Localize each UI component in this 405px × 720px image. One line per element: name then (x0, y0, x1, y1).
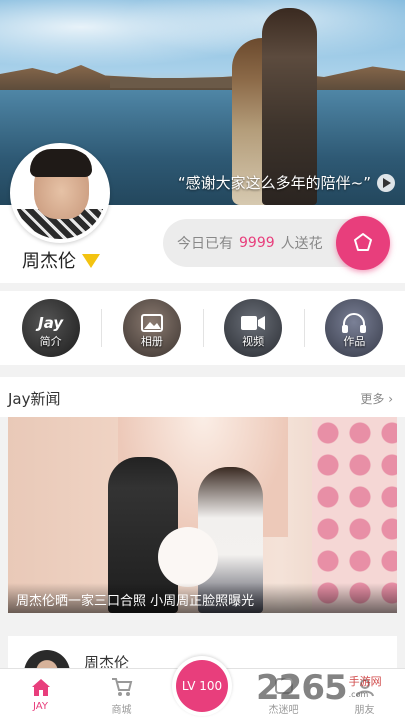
menu-label-album: 相册 (140, 335, 163, 348)
site-watermark: 2265 手游网 .com (256, 668, 382, 708)
jay-logo-icon: Jay 简介 (21, 299, 80, 357)
menu-label-works: 作品 (343, 335, 366, 348)
avatar[interactable] (10, 143, 110, 243)
menu-item-video[interactable]: 视频 (202, 291, 304, 365)
menu-label-video: 视频 (242, 335, 265, 348)
hero-quote[interactable]: “感谢大家这么多年的陪伴~” (178, 172, 395, 193)
star-name-text: 周杰伦 (22, 251, 76, 272)
level-button[interactable]: LV 100 (172, 656, 232, 716)
level-badge: LV 100 (176, 660, 228, 712)
tab-label-shop: 商城 (111, 705, 132, 716)
news-caption[interactable]: 周杰伦晒一家三口合照 小周周正脸照曝光 (8, 583, 397, 613)
tab-shop[interactable]: 商城 (81, 669, 162, 720)
menu-item-album[interactable]: 相册 (101, 291, 202, 365)
tab-label-jay: JAY (33, 701, 48, 712)
avatar-hair (30, 149, 92, 177)
more-link-text: 更多 (360, 392, 385, 406)
hero-quote-text: “感谢大家这么多年的陪伴~” (177, 174, 371, 192)
flower-count: 9999 (239, 235, 275, 251)
verified-v-icon (82, 252, 100, 268)
watermark-com: .com (348, 690, 369, 699)
photo-glyph (140, 314, 163, 332)
menu-item-works[interactable]: 作品 (303, 291, 405, 365)
video-glyph (241, 316, 266, 330)
send-flower-button[interactable] (336, 216, 390, 270)
flower-prefix: 今日已有 (177, 236, 233, 252)
watermark-number: 2265 (256, 668, 348, 708)
photo-baby (158, 527, 218, 587)
video-icon: 视频 (224, 299, 283, 357)
more-link[interactable]: 更多 › (360, 390, 393, 407)
flower-suffix: 人送花 (280, 236, 323, 252)
tab-jay[interactable]: JAY (0, 669, 81, 720)
quick-menu: Jay 简介 相册 视频 作品 (0, 291, 405, 365)
menu-label-intro: 简介 (39, 335, 62, 348)
home-icon (31, 679, 50, 696)
bridge (110, 78, 250, 88)
photo-icon: 相册 (122, 299, 181, 357)
headphones-glyph (342, 313, 367, 333)
flower-icon (354, 233, 372, 251)
cart-icon (111, 678, 132, 696)
news-section-title: Jay新闻 (8, 390, 61, 408)
watermark-tag-text: 手游网 (348, 675, 382, 688)
menu-item-intro[interactable]: Jay 简介 (0, 291, 101, 365)
headphones-icon: 作品 (325, 299, 384, 357)
jay-logo-text: Jay (38, 314, 64, 332)
star-name: 周杰伦 (22, 247, 100, 273)
watermark-tag: 手游网 .com (349, 675, 382, 701)
play-icon[interactable] (377, 173, 395, 192)
chevron-right-icon: › (388, 392, 393, 406)
